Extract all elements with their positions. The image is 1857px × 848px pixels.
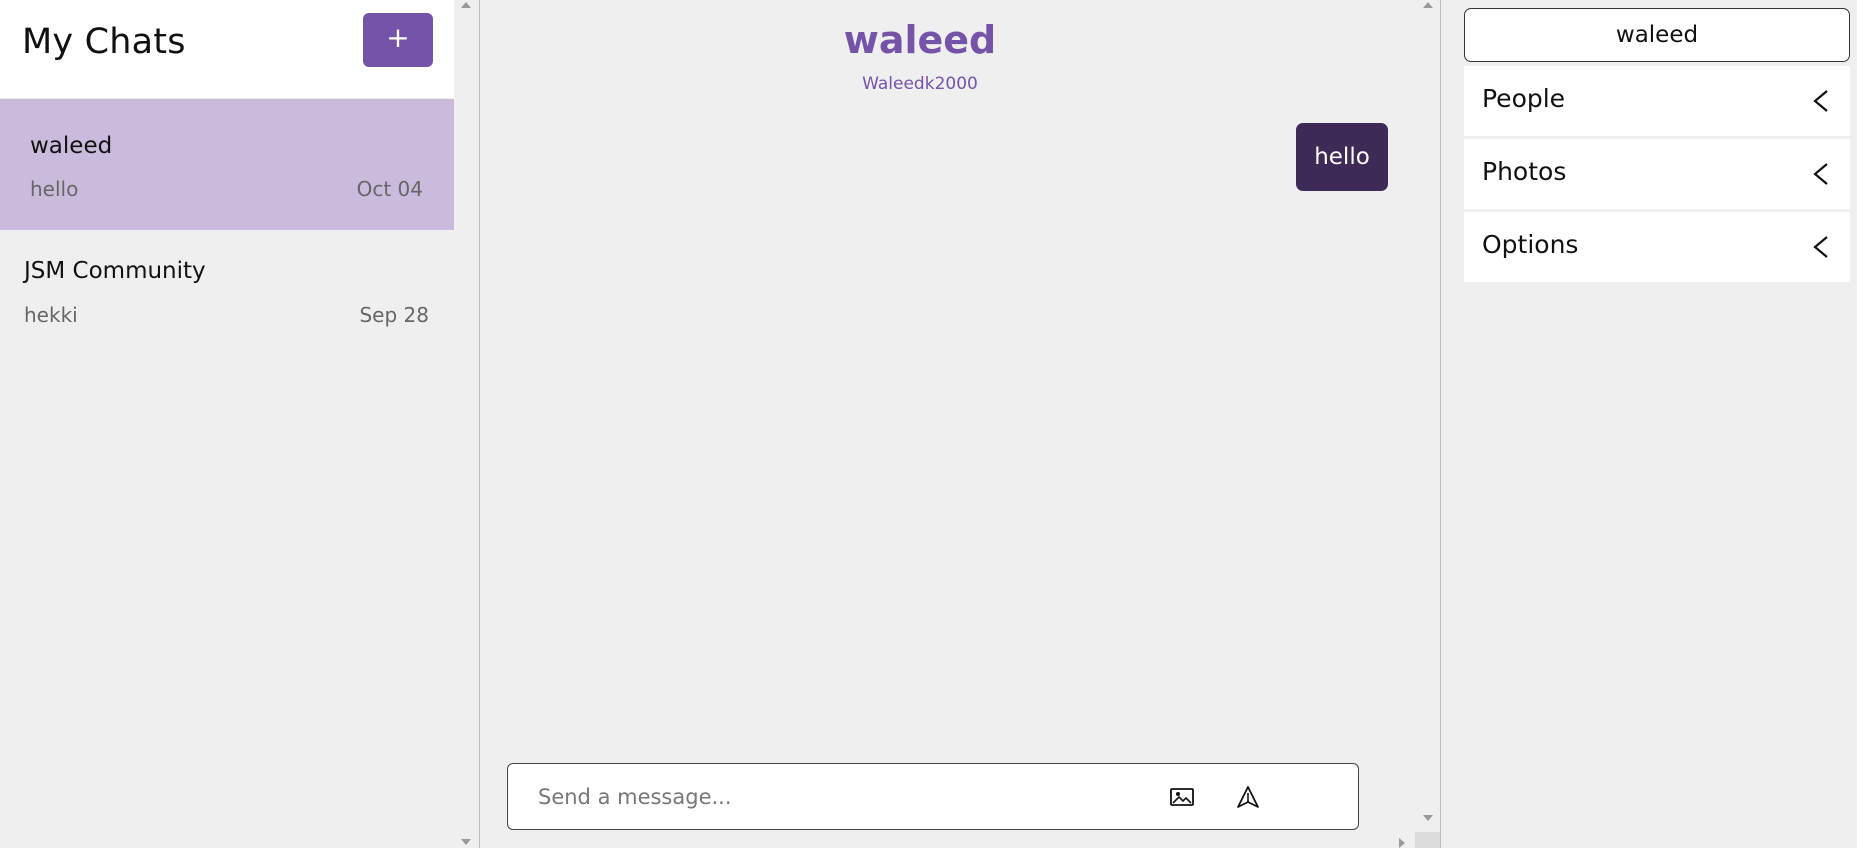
scroll-down-arrow-icon[interactable]	[1423, 815, 1433, 821]
settings-section-label: People	[1482, 84, 1566, 113]
chevron-left-icon	[1813, 236, 1828, 258]
chat-card-date: Sep 28	[359, 303, 429, 327]
scrollbar-corner	[1415, 832, 1440, 848]
chat-app: My Chats + waleed hello Oct 04 JSM Commu…	[0, 0, 1857, 848]
scroll-right-arrow-icon[interactable]	[1399, 838, 1405, 848]
chat-settings-panel: waleed People Photos Options	[1441, 0, 1857, 848]
message-input[interactable]	[536, 776, 1120, 818]
chevron-left-icon	[1813, 163, 1828, 185]
chat-title: waleed	[843, 18, 997, 62]
chat-card-date: Oct 04	[356, 177, 423, 201]
new-chat-button[interactable]: +	[363, 13, 433, 67]
settings-section-people[interactable]: People	[1464, 66, 1850, 136]
chevron-left-icon	[1813, 90, 1828, 112]
chat-list-header: My Chats +	[0, 0, 454, 98]
settings-section-options[interactable]: Options	[1464, 212, 1850, 282]
settings-section-photos[interactable]: Photos	[1464, 139, 1850, 209]
chat-card-title: JSM Community	[24, 258, 206, 284]
image-icon[interactable]	[1169, 784, 1195, 810]
chat-card-last-message: hello	[30, 177, 79, 201]
message-form	[507, 763, 1359, 830]
scroll-up-arrow-icon[interactable]	[1423, 2, 1433, 8]
chat-card-last-message: hekki	[24, 303, 78, 327]
chat-list-title: My Chats	[22, 22, 186, 62]
chat-list-sidebar: My Chats + waleed hello Oct 04 JSM Commu…	[0, 0, 479, 848]
settings-section-label: Photos	[1482, 157, 1567, 186]
settings-section-label: Options	[1482, 230, 1579, 259]
chat-subtitle: Waleedk2000	[862, 74, 978, 94]
scroll-up-arrow-icon[interactable]	[461, 2, 471, 8]
send-icon[interactable]	[1235, 784, 1261, 810]
scroll-down-arrow-icon[interactable]	[461, 839, 471, 845]
own-message-bubble: hello	[1296, 123, 1388, 191]
chat-name-field[interactable]: waleed	[1464, 8, 1850, 62]
chat-card-jsm-community[interactable]: JSM Community hekki Sep 28	[0, 228, 454, 359]
chat-feed: waleed Waleedk2000 hello	[480, 0, 1440, 848]
chat-card-title: waleed	[30, 133, 113, 159]
chat-card-waleed[interactable]: waleed hello Oct 04	[0, 99, 454, 230]
